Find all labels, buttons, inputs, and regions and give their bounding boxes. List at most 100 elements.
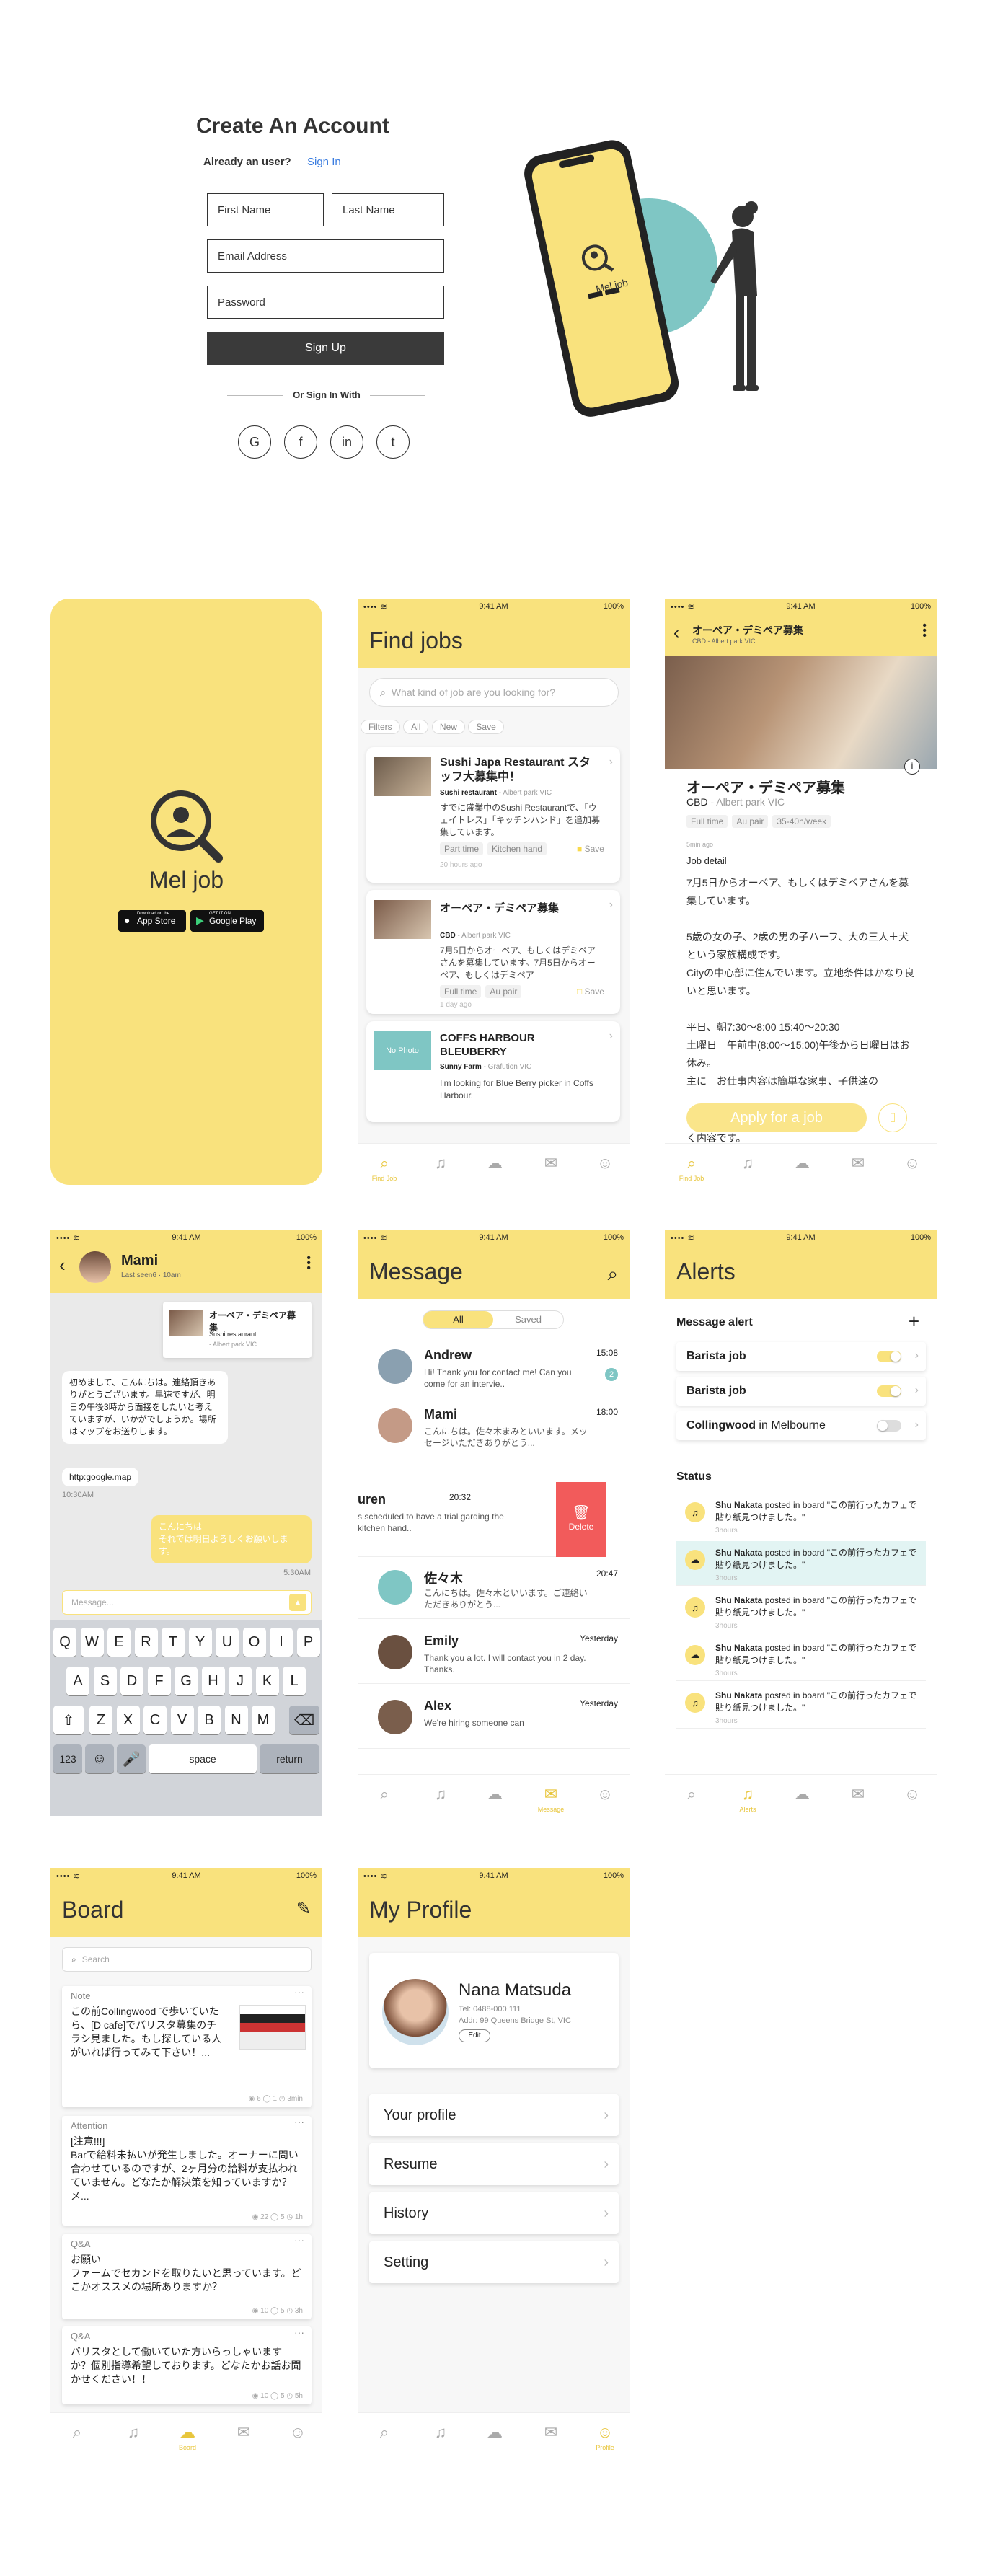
first-name-field[interactable]: First Name: [207, 193, 324, 226]
status-item[interactable]: ☁ Shu Nakata posted in board "この前行ったカフェで貼…: [676, 1636, 926, 1681]
search-input[interactable]: ⌕ Search: [62, 1947, 312, 1972]
message-row[interactable]: Emily Yesterday Thank you a lot. I will co…: [358, 1623, 630, 1684]
tab-message-icon[interactable]: ✉: [540, 1785, 562, 1804]
alert-rule[interactable]: Barista job ›: [676, 1342, 926, 1371]
tab-find-icon[interactable]: ⌕: [66, 2423, 88, 2442]
delete-action[interactable]: 🗑 Delete: [556, 1482, 606, 1557]
job-card[interactable]: Sushi Japa Restaurant スタッフ大募集中！ Sushi re…: [366, 747, 620, 883]
key-i[interactable]: I: [270, 1628, 293, 1657]
apply-button[interactable]: Apply for a job: [686, 1103, 867, 1132]
key-y[interactable]: Y: [188, 1628, 212, 1657]
tab-message-icon[interactable]: ✉: [233, 2423, 255, 2442]
key-j[interactable]: J: [229, 1667, 252, 1695]
info-icon[interactable]: i: [904, 759, 920, 775]
filter-save[interactable]: Save: [468, 720, 504, 734]
save-toggle[interactable]: □ Save: [577, 987, 604, 997]
return-key[interactable]: return: [260, 1744, 319, 1773]
search-input[interactable]: ⌕ What kind of job are you looking for?: [369, 678, 619, 707]
search-icon[interactable]: ⌕: [607, 1263, 618, 1286]
key-z[interactable]: Z: [89, 1706, 112, 1734]
tab-message-icon[interactable]: ✉: [540, 2423, 562, 2442]
mic-key[interactable]: 🎤: [117, 1744, 146, 1773]
tab-message-icon[interactable]: ✉: [540, 1154, 562, 1173]
google-icon[interactable]: G: [238, 425, 271, 459]
twitter-icon[interactable]: t: [376, 425, 410, 459]
key-m[interactable]: M: [252, 1706, 275, 1734]
profile-menu-item[interactable]: History ›: [369, 2192, 619, 2234]
alert-rule[interactable]: Collingwood in Melbourne ›: [676, 1411, 926, 1440]
filter-all[interactable]: All: [403, 720, 429, 734]
backspace-key[interactable]: ⌫: [289, 1706, 319, 1734]
board-post[interactable]: Q&A ··· バリスタとして働いていた方いらっしゃいますか？個別指導希望しておりま…: [62, 2326, 312, 2404]
key-p[interactable]: P: [296, 1628, 320, 1657]
facebook-icon[interactable]: f: [284, 425, 317, 459]
tab-board-icon[interactable]: ☁: [791, 1154, 813, 1173]
key-x[interactable]: X: [116, 1706, 140, 1734]
tab-find-icon[interactable]: ⌕: [374, 1154, 395, 1173]
save-button[interactable]: ▯: [878, 1103, 907, 1132]
tab-find-icon[interactable]: ⌕: [681, 1154, 702, 1173]
tab-all[interactable]: All: [423, 1311, 493, 1328]
status-item[interactable]: ♫ Shu Nakata posted in board "この前行ったカフェで貼…: [676, 1494, 926, 1538]
tab-board-icon[interactable]: ☁: [484, 1154, 505, 1173]
key-r[interactable]: R: [134, 1628, 158, 1657]
password-field[interactable]: Password: [207, 286, 444, 319]
tab-board-icon[interactable]: ☁: [791, 1785, 813, 1804]
tab-alerts-icon[interactable]: ♫: [430, 1785, 451, 1804]
key-d[interactable]: D: [120, 1667, 143, 1695]
key-b[interactable]: B: [198, 1706, 221, 1734]
incoming-link[interactable]: http:google.map: [62, 1468, 139, 1486]
tab-profile-icon[interactable]: ☺: [901, 1785, 923, 1804]
edit-button[interactable]: Edit: [459, 2029, 490, 2042]
key-a[interactable]: A: [66, 1667, 89, 1695]
key-f[interactable]: F: [147, 1667, 171, 1695]
alert-rule[interactable]: Barista job ›: [676, 1377, 926, 1406]
key-h[interactable]: H: [201, 1667, 225, 1695]
job-card[interactable]: オーペア・デミペア募集 CBD - Albert park VIC 7月5日から…: [366, 890, 620, 1014]
profile-menu-item[interactable]: Your profile ›: [369, 2094, 619, 2136]
tab-profile-icon[interactable]: ☺: [901, 1154, 923, 1173]
board-post[interactable]: Q&A ··· お願い ファームでセカンドを取りたいと思っています。どこかオススメの…: [62, 2234, 312, 2319]
board-post[interactable]: Attention ··· [注意!!!] Barで給料未払いが発生しました。オーナ…: [62, 2116, 312, 2226]
space-key[interactable]: space: [149, 1744, 257, 1773]
profile-menu-item[interactable]: Setting ›: [369, 2241, 619, 2283]
tab-board-icon[interactable]: ☁: [177, 2423, 198, 2442]
googleplay-badge[interactable]: ▶ GET IT ON Google Play: [190, 910, 264, 932]
job-reference-card[interactable]: オーペア・デミペア募集 Sushi restaurant - Albert pa…: [163, 1302, 312, 1358]
back-icon[interactable]: ‹: [673, 623, 679, 643]
more-icon[interactable]: • • •: [306, 1253, 311, 1274]
tab-find-icon[interactable]: ⌕: [681, 1785, 702, 1804]
message-row[interactable]: 佐々木 20:47 こんにちは。佐々木といいます。ご連絡いただきありがとう...: [358, 1558, 630, 1619]
key-q[interactable]: Q: [53, 1628, 76, 1657]
tab-message-icon[interactable]: ✉: [847, 1785, 869, 1804]
toggle-switch[interactable]: [877, 1420, 901, 1432]
more-icon[interactable]: ···: [294, 2234, 304, 2246]
toggle-switch[interactable]: [877, 1385, 901, 1397]
tab-find-icon[interactable]: ⌕: [374, 2423, 395, 2442]
more-icon[interactable]: ···: [294, 2326, 304, 2338]
more-icon[interactable]: ···: [294, 1986, 304, 1998]
profile-menu-item[interactable]: Resume ›: [369, 2143, 619, 2185]
key-c[interactable]: C: [143, 1706, 167, 1734]
last-name-field[interactable]: Last Name: [332, 193, 444, 226]
filter-chip[interactable]: Filters: [361, 720, 400, 734]
tab-profile-icon[interactable]: ☺: [594, 2423, 616, 2442]
key-w[interactable]: W: [80, 1628, 104, 1657]
tab-alerts-icon[interactable]: ♫: [737, 1785, 759, 1804]
more-icon[interactable]: • • •: [922, 620, 927, 642]
tab-profile-icon[interactable]: ☺: [594, 1785, 616, 1804]
emoji-key[interactable]: ☺: [85, 1744, 114, 1773]
signin-link[interactable]: Sign In: [307, 156, 341, 168]
status-item[interactable]: ♫ Shu Nakata posted in board "この前行ったカフェで貼…: [676, 1684, 926, 1729]
send-icon[interactable]: ▲: [289, 1594, 306, 1611]
tab-board-icon[interactable]: ☁: [484, 1785, 505, 1804]
tab-find-icon[interactable]: ⌕: [374, 1785, 395, 1804]
tab-profile-icon[interactable]: ☺: [594, 1154, 616, 1173]
tab-alerts-icon[interactable]: ♫: [737, 1154, 759, 1173]
appstore-badge[interactable]: ● Download on the App Store: [118, 910, 186, 932]
status-item[interactable]: ☁ Shu Nakata posted in board "この前行ったカフェで貼…: [676, 1541, 926, 1586]
back-icon[interactable]: ‹: [59, 1254, 66, 1276]
key-g[interactable]: G: [175, 1667, 198, 1695]
add-icon[interactable]: +: [909, 1310, 919, 1333]
key-t[interactable]: T: [162, 1628, 185, 1657]
